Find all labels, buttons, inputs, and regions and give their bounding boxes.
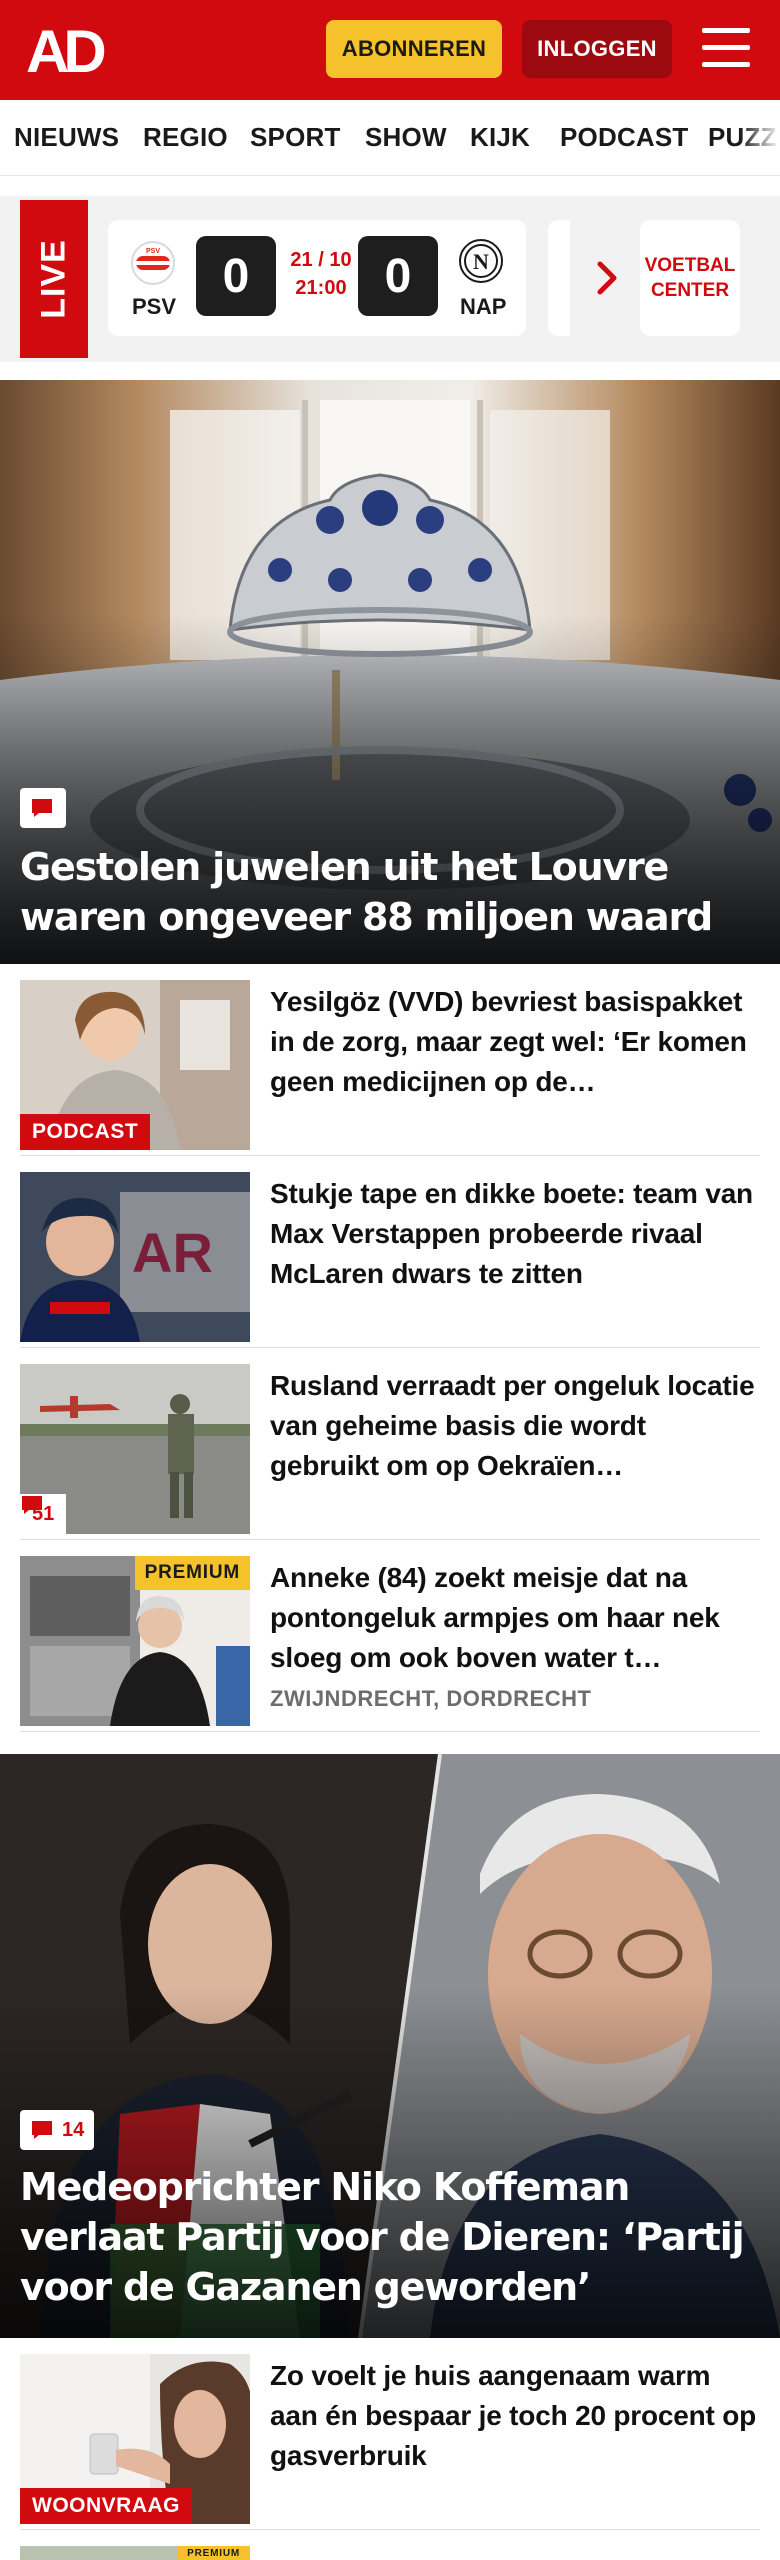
ad-logo[interactable]: AD [26,24,118,78]
article-title[interactable]: Yesilgöz (VVD) bevriest basispak­ket in … [270,982,760,1102]
premium-badge: PREMIUM [134,1556,250,1590]
list-item[interactable]: PODCAST Yesilgöz (VVD) bevriest basispak… [20,964,760,1156]
premium-badge: PREMIUM [177,2546,250,2560]
comment-count-badge: 14 [20,2110,95,2150]
comment-icon [22,1496,42,1514]
article-title[interactable]: Zo voelt je huis aangenaam warm aan én b… [270,2356,760,2476]
article-thumbnail: PREMIUM [20,2546,250,2560]
nav-item-show[interactable]: SHOW [365,122,447,153]
nav-item-podcast[interactable]: PODCAST [560,122,689,153]
match-datetime: 21 / 10 21:00 [290,249,352,299]
nav-item-nieuws[interactable]: NIEUWS [14,122,119,153]
nav-item-regio[interactable]: REGIO [143,122,228,153]
list-item[interactable]: 51 Rusland verraadt per ongeluk locatie … [20,1348,760,1540]
article-thumbnail: PODCAST [20,980,250,1150]
comment-count-badge: 51 [20,1494,67,1534]
svg-text:PSV: PSV [146,248,160,255]
next-match-card[interactable] [548,220,570,336]
article-thumbnail: PREMIUM [20,1556,250,1726]
away-score: 0 [358,236,438,316]
psv-logo-icon: PSV [131,241,175,285]
list-item[interactable]: WOONVRAAG Zo voelt je huis aangenaam war… [20,2338,760,2530]
home-score: 0 [196,236,276,316]
nav-item-kijk[interactable]: KIJK [470,122,530,153]
hero-article-louvre[interactable]: Gestolen juwelen uit het Louvre waren on… [0,380,780,964]
hero-title[interactable]: Medeoprichter Niko Koffeman verlaat Part… [20,2162,760,2312]
article-title[interactable]: Stukje tape en dikke boete: team van Max… [270,1174,760,1294]
nav-fade [740,100,780,175]
home-team-name: PSV [132,294,177,319]
match-card[interactable]: PSV PSV 0 21 / 10 21:00 0 N NAP [108,220,526,336]
list-item[interactable]: PREMIUM Anneke (84) zoekt meisje dat na … [20,1540,760,1732]
list-item[interactable]: AR Stukje tape en dikke boete: team van … [20,1156,760,1348]
list-item[interactable]: PREMIUM [20,2530,760,2560]
svg-text:AR: AR [132,1221,213,1284]
hero-article-koffeman[interactable]: 14 Medeoprichter Niko Koffeman verlaat P… [0,1754,780,2338]
login-button[interactable]: INLOGGEN [522,20,672,78]
chevron-right-icon[interactable] [586,258,626,298]
subscribe-button[interactable]: ABONNEREN [326,20,502,78]
comment-badge [20,788,66,828]
article-thumbnail: AR [20,1172,250,1342]
podcast-label: PODCAST [20,1114,151,1150]
live-scores-strip: LIVE PSV PSV 0 21 / 10 21:00 0 N NAP VOE… [0,196,780,362]
article-thumbnail: 51 [20,1364,250,1534]
woonvraag-label: WOONVRAAG [20,2488,192,2524]
live-tag: LIVE [20,200,88,358]
svg-text:N: N [473,249,489,274]
voetbal-center-button[interactable]: VOETBAL CENTER [640,220,740,336]
article-title[interactable]: Anneke (84) zoekt meisje dat na pontonge… [270,1558,760,1678]
napoli-logo-icon: N [459,239,503,283]
comment-icon [32,2121,52,2139]
nav-item-sport[interactable]: SPORT [250,122,341,153]
hero-title[interactable]: Gestolen juwelen uit het Louvre waren on… [20,842,760,942]
section-nav: NIEUWS REGIO SPORT SHOW KIJK PODCAST PUZ… [0,100,780,176]
article-location: ZWIJNDRECHT, DORDRECHT [270,1686,592,1711]
article-title[interactable]: Rusland verraadt per ongeluk locatie van… [270,1366,760,1486]
comment-icon [32,799,52,817]
svg-text:AD: AD [26,24,104,78]
article-thumbnail: WOONVRAAG [20,2354,250,2524]
site-header: AD ABONNEREN INLOGGEN [0,0,780,100]
menu-icon[interactable] [702,26,750,70]
away-team-name: NAP [460,294,507,319]
